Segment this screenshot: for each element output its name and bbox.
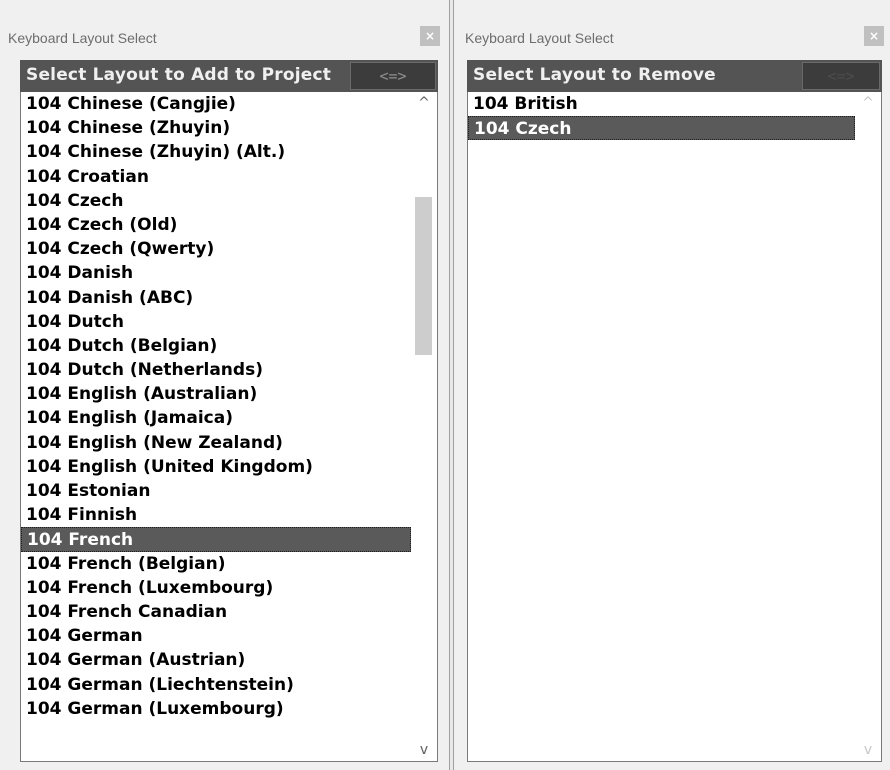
list-item[interactable]: 104 German (Austrian) [21, 648, 411, 672]
scroll-up-icon[interactable]: ^ [855, 92, 881, 114]
list-item[interactable]: 104 Estonian [21, 479, 411, 503]
list-header-label: Select Layout to Remove [473, 65, 716, 85]
list-item[interactable]: 104 Dutch [21, 310, 411, 334]
scrollbar-thumb[interactable] [415, 197, 432, 355]
list-item[interactable]: 104 English (New Zealand) [21, 431, 411, 455]
list-item[interactable]: 104 Chinese (Cangjie) [21, 92, 411, 116]
list-item[interactable]: 104 Finnish [21, 503, 411, 527]
add-layout-panel: Keyboard Layout Select × Select Layout t… [0, 0, 446, 770]
list-header: Select Layout to Add to Project <=> [20, 60, 438, 92]
list-items: 104 Chinese (Cangjie) 104 Chinese (Zhuyin… [21, 92, 411, 721]
list-item[interactable]: 104 English (Jamaica) [21, 406, 411, 430]
close-button[interactable]: × [420, 26, 440, 46]
panel-titlebar: Keyboard Layout Select × [465, 26, 884, 52]
list-item[interactable]: 104 English (Australian) [21, 382, 411, 406]
list-item[interactable]: 104 British [468, 92, 855, 116]
scroll-down-icon[interactable]: v [855, 739, 881, 761]
list-item[interactable]: 104 Chinese (Zhuyin) [21, 116, 411, 140]
panel-title: Keyboard Layout Select [465, 30, 614, 46]
list-item[interactable]: 104 Czech (Old) [21, 213, 411, 237]
list-item[interactable]: 104 German (Luxembourg) [21, 697, 411, 721]
list-item[interactable]: 104 English (United Kingdom) [21, 455, 411, 479]
panel-title: Keyboard Layout Select [8, 30, 157, 46]
list-item[interactable]: 104 Czech [468, 116, 855, 141]
list-item[interactable]: 104 Danish [21, 261, 411, 285]
vertical-scrollbar[interactable]: ^ v [855, 92, 881, 761]
available-layouts-list[interactable]: 104 Chinese (Cangjie) 104 Chinese (Zhuyin… [20, 92, 438, 762]
list-item[interactable]: 104 Danish (ABC) [21, 286, 411, 310]
list-item[interactable]: 104 German [21, 624, 411, 648]
list-item[interactable]: 104 Croatian [21, 165, 411, 189]
vertical-scrollbar[interactable]: ^ v [411, 92, 437, 761]
list-item[interactable]: 104 Chinese (Zhuyin) (Alt.) [21, 140, 411, 164]
scroll-up-icon[interactable]: ^ [411, 92, 437, 114]
list-item[interactable]: 104 French [21, 527, 411, 552]
swap-button[interactable]: <=> [802, 62, 880, 90]
remove-layout-panel: Keyboard Layout Select × Select Layout t… [457, 0, 890, 770]
list-item[interactable]: 104 Dutch (Belgian) [21, 334, 411, 358]
list-item[interactable]: 104 French Canadian [21, 600, 411, 624]
list-item[interactable]: 104 French (Belgian) [21, 552, 411, 576]
scroll-down-icon[interactable]: v [411, 739, 437, 761]
list-item[interactable]: 104 French (Luxembourg) [21, 576, 411, 600]
list-item[interactable]: 104 Czech (Qwerty) [21, 237, 411, 261]
close-button[interactable]: × [864, 26, 884, 46]
list-item[interactable]: 104 German (Liechtenstein) [21, 673, 411, 697]
list-header-label: Select Layout to Add to Project [26, 65, 332, 85]
project-layouts-list[interactable]: 104 British 104 Czech ^ v [467, 92, 882, 762]
list-items: 104 British 104 Czech [468, 92, 855, 141]
panel-splitter[interactable] [449, 0, 454, 770]
panel-titlebar: Keyboard Layout Select × [8, 26, 440, 52]
swap-button[interactable]: <=> [350, 62, 436, 90]
list-item[interactable]: 104 Czech [21, 189, 411, 213]
list-header: Select Layout to Remove <=> [467, 60, 882, 92]
list-item[interactable]: 104 Dutch (Netherlands) [21, 358, 411, 382]
